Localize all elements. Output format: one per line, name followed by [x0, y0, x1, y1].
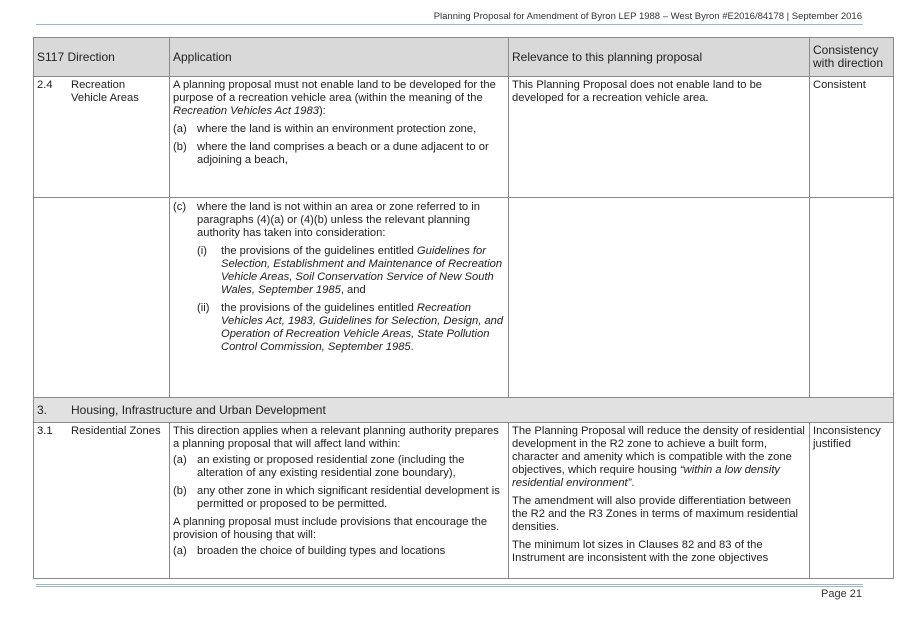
direction-number: 3.1	[37, 425, 53, 437]
application-cell: A planning proposal must not enable land…	[169, 76, 509, 198]
s117-table: S117 Direction Application Relevance to …	[33, 37, 894, 579]
footer-rule	[36, 584, 863, 585]
table-row: (c) where the land is not within an area …	[33, 197, 894, 398]
direction-number: 2.4	[37, 79, 53, 91]
footer-rule	[36, 586, 863, 587]
list-item: (a) an existing or proposed residential z…	[173, 454, 465, 479]
relevance-cell: This Planning Proposal does not enable l…	[508, 76, 810, 198]
section-heading: 3. Housing, Infrastructure and Urban Deve…	[33, 397, 894, 423]
list-item: (b) where the land comprises a beach or a…	[173, 141, 489, 166]
relevance-paragraph: The Planning Proposal will reduce the de…	[512, 425, 805, 489]
list-item: (c) where the land is not within an area …	[173, 201, 480, 239]
col-header-direction: S117 Direction	[33, 37, 170, 77]
sub-list-item: (ii) the provisions of the guidelines ent…	[197, 302, 504, 353]
section-number: 3.	[37, 402, 48, 417]
section-row: 3. Housing, Infrastructure and Urban Deve…	[33, 397, 894, 423]
list-item: (a) where the land is within an environme…	[173, 123, 477, 135]
relevance-cell: The Planning Proposal will reduce the de…	[508, 422, 810, 579]
list-item: (b) any other zone in which significant r…	[173, 485, 500, 510]
consistency-cell: Consistent	[809, 76, 894, 198]
section-title: Housing, Infrastructure and Urban Develo…	[71, 402, 326, 417]
consistency-cell	[809, 197, 894, 398]
relevance-cell	[508, 197, 810, 398]
page-number: Page 21	[821, 588, 862, 600]
application-intro: A planning proposal must not enable land…	[173, 79, 496, 117]
direction-cell	[33, 197, 170, 398]
application-cell: (c) where the land is not within an area …	[169, 197, 509, 398]
table-row: 3.1 Residential Zones This direction appl…	[33, 422, 894, 579]
table-header-row: S117 Direction Application Relevance to …	[33, 37, 894, 77]
header-rule	[36, 24, 863, 25]
direction-title: Residential Zones	[71, 425, 161, 437]
relevance-paragraph: The amendment will also provide differen…	[512, 495, 799, 533]
direction-title: Recreation Vehicle Areas	[71, 79, 139, 104]
table-row: 2.4 Recreation Vehicle Areas A planning p…	[33, 76, 894, 198]
application-cell: This direction applies when a relevant p…	[169, 422, 509, 579]
direction-cell: 2.4 Recreation Vehicle Areas	[33, 76, 170, 198]
sub-list-item: (i) the provisions of the guidelines enti…	[197, 245, 503, 296]
col-header-consistency: Consistency with direction	[809, 37, 894, 77]
application-paragraph: A planning proposal must include provisi…	[173, 516, 488, 541]
running-header: Planning Proposal for Amendment of Byron…	[433, 11, 862, 22]
relevance-paragraph: The minimum lot sizes in Clauses 82 and …	[512, 539, 769, 564]
direction-cell: 3.1 Residential Zones	[33, 422, 170, 579]
consistency-cell: Inconsistency justified	[809, 422, 894, 579]
col-header-application: Application	[169, 37, 509, 77]
application-intro: This direction applies when a relevant p…	[173, 425, 499, 450]
list-item: (a) broaden the choice of building types …	[173, 545, 446, 557]
col-header-relevance: Relevance to this planning proposal	[508, 37, 810, 77]
